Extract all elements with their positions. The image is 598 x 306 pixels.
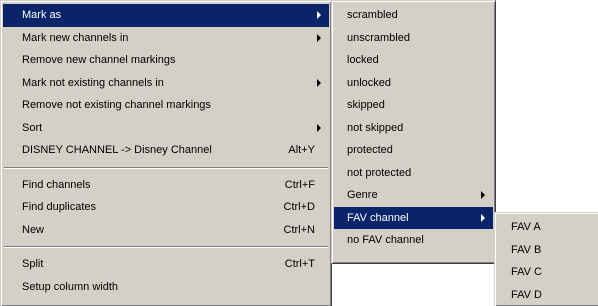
menu-item-sort[interactable]: Sort	[3, 117, 329, 140]
menu-item-setup-column-width[interactable]: Setup column width	[3, 276, 329, 299]
menu-item-find-duplicates[interactable]: Find duplicates Ctrl+D	[3, 196, 329, 219]
menu-item-label: not protected	[347, 167, 411, 179]
menu-item-find-channels[interactable]: Find channels Ctrl+F	[3, 174, 329, 197]
menu-item-label: Mark as	[22, 9, 61, 21]
menu-item-no-fav-channel[interactable]: no FAV channel	[334, 229, 493, 252]
menu-item-label: Find channels	[22, 179, 91, 191]
menu-item-shortcut: Ctrl+T	[285, 253, 315, 276]
menu-item-label: FAV channel	[347, 212, 409, 224]
submenu-arrow-icon	[317, 11, 321, 19]
menu-item-shortcut: Alt+Y	[288, 139, 315, 162]
menu-item-label: Split	[22, 258, 43, 270]
submenu-arrow-icon	[481, 191, 485, 199]
menu-item-fav-channel[interactable]: FAV channel	[334, 207, 493, 230]
menu-item-label: not skipped	[347, 122, 403, 134]
menu-item-label: Mark new channels in	[22, 32, 128, 44]
menu-item-label: Setup column width	[22, 281, 118, 293]
menu-item-label: FAV C	[511, 266, 542, 278]
menu-item-label: unscrambled	[347, 32, 410, 44]
submenu-arrow-icon	[317, 79, 321, 87]
menu-item-skipped[interactable]: skipped	[334, 94, 493, 117]
menu-item-shortcut: Ctrl+N	[284, 219, 315, 242]
menu-item-shortcut: Ctrl+F	[285, 174, 315, 197]
menu-item-scrambled[interactable]: scrambled	[334, 4, 493, 27]
menu-item-new[interactable]: New Ctrl+N	[3, 219, 329, 242]
menu-item-not-skipped[interactable]: not skipped	[334, 117, 493, 140]
menu-item-not-protected[interactable]: not protected	[334, 162, 493, 185]
menu-item-label: Remove new channel markings	[22, 54, 175, 66]
menu-item-unscrambled[interactable]: unscrambled	[334, 27, 493, 50]
menu-item-label: FAV B	[511, 244, 541, 256]
menu-item-label: scrambled	[347, 9, 398, 21]
submenu-arrow-icon	[481, 214, 485, 222]
menu-item-label: FAV D	[511, 289, 542, 301]
menu-item-unlocked[interactable]: unlocked	[334, 72, 493, 95]
menu-item-mark-as[interactable]: Mark as	[3, 4, 329, 27]
menu-item-label: unlocked	[347, 77, 391, 89]
menu-item-remove-not-existing-channel-markings[interactable]: Remove not existing channel markings	[3, 94, 329, 117]
menu-item-label: Remove not existing channel markings	[22, 99, 211, 111]
menu-item-fav-b[interactable]: FAV B	[497, 239, 598, 262]
menu-item-label: Mark not existing channels in	[22, 77, 164, 89]
menu-item-genre[interactable]: Genre	[334, 184, 493, 207]
menu-item-mark-new-channels-in[interactable]: Mark new channels in	[3, 27, 329, 50]
menu-item-split[interactable]: Split Ctrl+T	[3, 253, 329, 276]
submenu-arrow-icon	[317, 124, 321, 132]
menu-item-rename-disney-channel[interactable]: DISNEY CHANNEL -> Disney Channel Alt+Y	[3, 139, 329, 162]
menu-separator	[4, 246, 328, 248]
menu-item-label: Genre	[347, 189, 378, 201]
mark-as-submenu: scrambled unscrambled locked unlocked sk…	[331, 0, 496, 264]
menu-item-shortcut: Ctrl+D	[284, 196, 315, 219]
context-menu: Mark as Mark new channels in Remove new …	[0, 0, 332, 306]
menu-item-mark-not-existing-channels-in[interactable]: Mark not existing channels in	[3, 72, 329, 95]
menu-item-label: Sort	[22, 122, 42, 134]
menu-item-label: New	[22, 224, 44, 236]
menu-item-fav-a[interactable]: FAV A	[497, 216, 598, 239]
menu-item-locked[interactable]: locked	[334, 49, 493, 72]
menu-item-protected[interactable]: protected	[334, 139, 493, 162]
menu-item-label: locked	[347, 54, 379, 66]
menu-item-label: skipped	[347, 99, 385, 111]
menu-item-label: Find duplicates	[22, 201, 96, 213]
fav-channel-submenu: FAV A FAV B FAV C FAV D	[494, 212, 598, 306]
menu-item-label: DISNEY CHANNEL -> Disney Channel	[22, 144, 212, 156]
menu-item-label: protected	[347, 144, 393, 156]
submenu-arrow-icon	[317, 34, 321, 42]
menu-item-fav-d[interactable]: FAV D	[497, 284, 598, 306]
menu-separator	[4, 167, 328, 169]
menu-item-fav-c[interactable]: FAV C	[497, 261, 598, 284]
menu-item-label: no FAV channel	[347, 234, 424, 246]
menu-item-remove-new-channel-markings[interactable]: Remove new channel markings	[3, 49, 329, 72]
menu-item-label: FAV A	[511, 221, 541, 233]
